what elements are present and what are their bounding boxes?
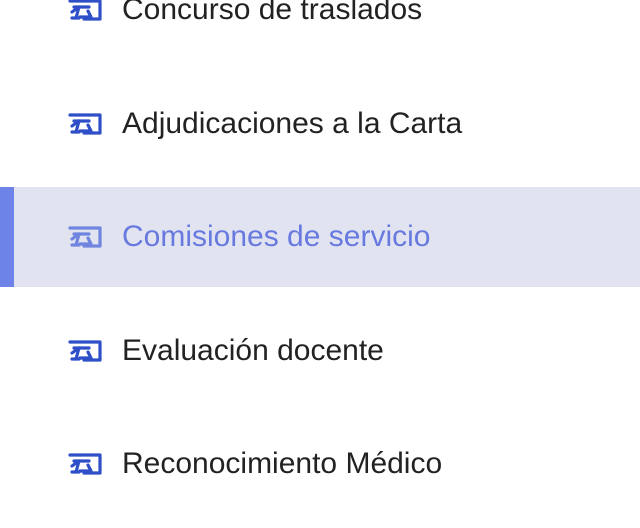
menu-item-comisiones-de-servicio[interactable]: Comisiones de servicio: [0, 187, 640, 287]
transfer-document-icon: [66, 111, 104, 137]
transfer-document-icon: [66, 224, 104, 250]
menu-item-reconocimiento-medico[interactable]: Reconocimiento Médico: [0, 414, 640, 514]
transfer-document-icon: [66, 0, 104, 23]
menu-item-label: Evaluación docente: [122, 333, 384, 367]
menu-item-label: Comisiones de servicio: [122, 220, 431, 253]
menu-item-label: Adjudicaciones a la Carta: [122, 106, 463, 140]
menu-item-adjudicaciones-a-la-carta[interactable]: Adjudicaciones a la Carta: [0, 74, 640, 174]
menu-item-concurso-de-traslados[interactable]: Concurso de traslados: [0, 0, 640, 60]
menu-item-label: Concurso de traslados: [122, 0, 423, 26]
menu-item-label: Reconocimiento Médico: [122, 447, 443, 480]
menu-item-evaluacion-docente[interactable]: Evaluación docente: [0, 301, 640, 401]
transfer-document-icon: [66, 338, 104, 364]
side-menu: Concurso de traslados Adjudicaciones a l…: [0, 0, 640, 528]
transfer-document-icon: [66, 451, 104, 477]
